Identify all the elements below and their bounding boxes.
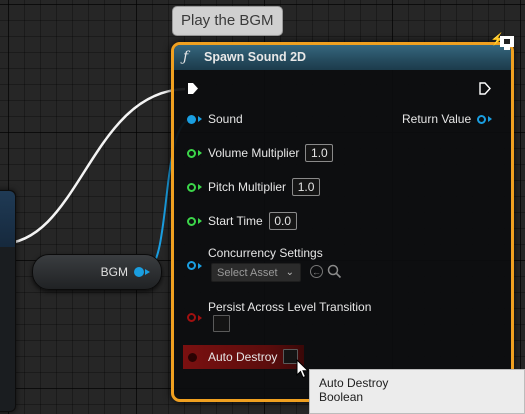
use-selected-arrow-icon[interactable]: ← [310, 265, 323, 278]
persist-across-level-transition-checkbox[interactable] [213, 315, 230, 332]
auto-destroy-pin[interactable] [188, 353, 197, 362]
node-comment-bubble[interactable]: Play the BGM [172, 6, 283, 36]
exec-wire [0, 87, 186, 246]
pin-arrow-icon [198, 262, 202, 269]
sound-pin[interactable] [187, 114, 196, 124]
mouse-cursor-icon [296, 359, 310, 379]
search-icon[interactable] [327, 264, 342, 279]
offscreen-node-header [0, 191, 15, 247]
bgm-pin-arrow-icon [145, 269, 150, 275]
node-header[interactable]: ƒ Spawn Sound 2D [174, 45, 511, 70]
pitch-multiplier-input[interactable]: 1.0 [292, 178, 321, 196]
sound-pin-row[interactable]: Sound [187, 112, 243, 126]
start-time-pin[interactable] [187, 216, 196, 226]
pitch-multiplier-pin[interactable] [187, 182, 196, 192]
pin-arrow-icon [488, 116, 493, 122]
concurrency-settings-pin-row[interactable] [187, 261, 208, 270]
pin-arrow-icon [198, 184, 202, 190]
volume-multiplier-pin-row[interactable]: Volume Multiplier 1.0 [187, 144, 334, 162]
exec-in-pin[interactable] [187, 82, 199, 95]
return-value-pin[interactable] [477, 114, 487, 124]
concurrency-settings-pin[interactable] [187, 261, 196, 270]
bgm-output-pin[interactable] [134, 267, 144, 277]
start-time-input[interactable]: 0.0 [268, 212, 297, 230]
world-context-icon: ⚡ [490, 32, 518, 54]
return-value-label: Return Value [402, 112, 472, 126]
pin-arrow-icon [198, 116, 202, 122]
select-asset-label: Select Asset [217, 267, 278, 279]
offscreen-node[interactable] [0, 190, 16, 412]
start-time-pin-row[interactable]: Start Time 0.0 [187, 212, 297, 230]
pin-arrow-icon [198, 314, 202, 321]
tooltip-title: Auto Destroy [319, 376, 389, 390]
bgm-variable-label: BGM [100, 265, 128, 279]
tooltip-type: Boolean [319, 390, 364, 404]
bgm-variable-node[interactable]: BGM [32, 254, 162, 290]
persist-across-level-transition-pin[interactable] [187, 313, 196, 322]
persist-label-row: Persist Across Level Transition [208, 300, 371, 314]
volume-multiplier-pin[interactable] [187, 148, 196, 158]
function-icon: ƒ [183, 49, 189, 65]
start-time-label: Start Time [208, 214, 263, 228]
pin-tooltip: Auto Destroy Boolean [309, 369, 525, 414]
pin-arrow-icon [198, 150, 202, 156]
exec-out-pin[interactable] [479, 82, 491, 95]
return-value-pin-row[interactable]: Return Value [402, 112, 493, 126]
auto-destroy-pin-row[interactable]: Auto Destroy [183, 345, 304, 369]
volume-multiplier-label: Volume Multiplier [208, 146, 300, 160]
pitch-multiplier-pin-row[interactable]: Pitch Multiplier 1.0 [187, 178, 321, 196]
pin-arrow-icon [198, 218, 202, 224]
pitch-multiplier-label: Pitch Multiplier [208, 180, 287, 194]
chevron-down-icon: ⌄ [285, 267, 294, 278]
sound-label: Sound [208, 112, 243, 126]
auto-destroy-pin-wrap[interactable] [188, 353, 199, 362]
persist-across-level-transition-label: Persist Across Level Transition [208, 300, 372, 314]
concurrency-settings-label-row: Concurrency Settings [208, 246, 323, 260]
persist-pin-row[interactable] [187, 313, 208, 322]
select-asset-dropdown[interactable]: Select Asset ⌄ [211, 263, 301, 282]
auto-destroy-label: Auto Destroy [208, 350, 278, 364]
volume-multiplier-input[interactable]: 1.0 [305, 144, 334, 162]
concurrency-settings-label: Concurrency Settings [208, 246, 323, 260]
node-title: Spawn Sound 2D [204, 50, 307, 64]
